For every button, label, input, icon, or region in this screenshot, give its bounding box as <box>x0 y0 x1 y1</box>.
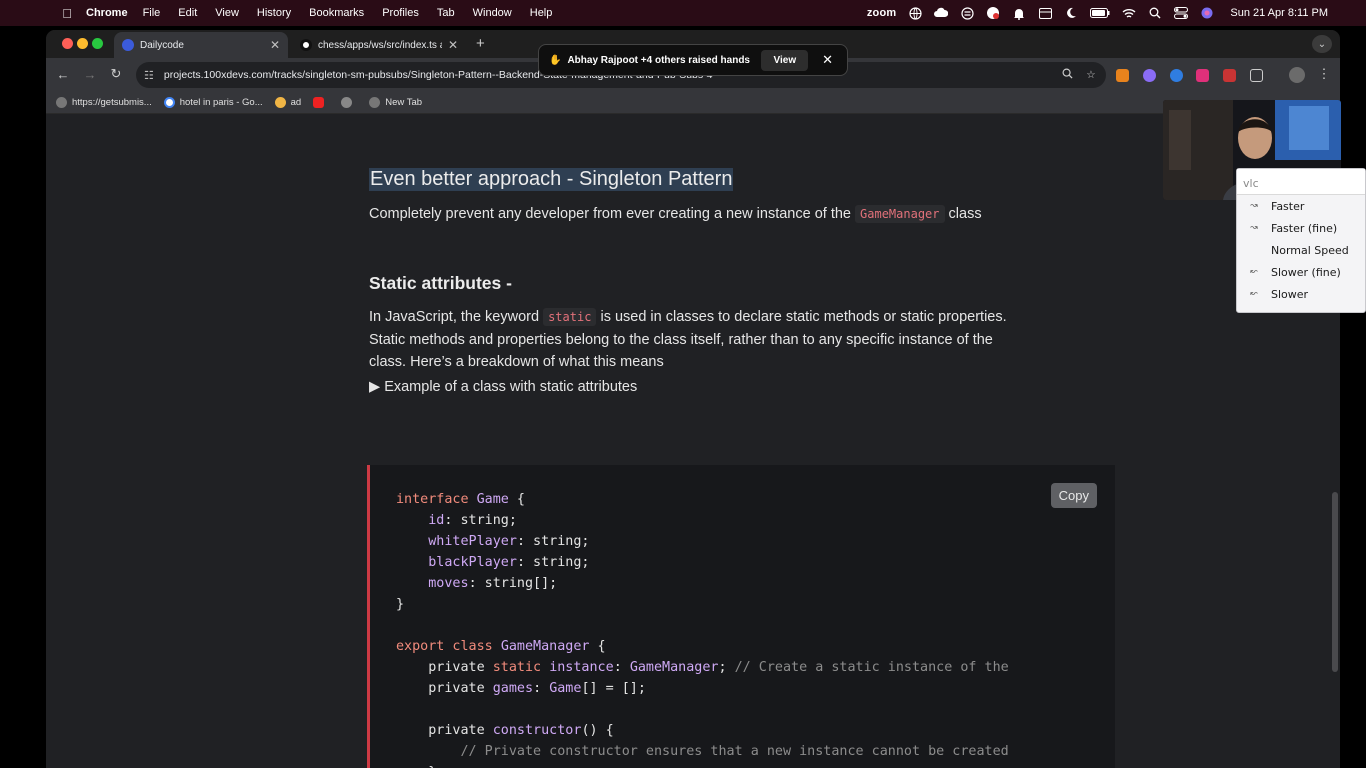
bookmark-hotel-in-paris[interactable]: hotel in paris - Go... <box>163 97 263 108</box>
pink-extension-icon[interactable] <box>1196 69 1209 82</box>
hand-emoji-icon <box>274 97 286 108</box>
globe-icon <box>56 97 67 108</box>
code-text: interface Game { id: string; whitePlayer… <box>396 492 1009 768</box>
kebab-menu-icon[interactable]: ⋮ <box>1315 65 1333 83</box>
bookmark-new-tab[interactable]: New Tab <box>369 97 422 108</box>
faster-fine-icon: ↝ <box>1250 223 1258 233</box>
menubar-status-area: zoom Sun 21 Apr 8:11 PM <box>867 0 1328 26</box>
control-circle-icon[interactable] <box>960 6 974 20</box>
wifi-icon[interactable] <box>1122 6 1136 20</box>
vlc-search-field[interactable]: vlc <box>1237 169 1365 195</box>
window-maximize-button[interactable] <box>92 38 103 49</box>
faster-icon: ↝ <box>1250 201 1258 211</box>
tab-close-icon[interactable]: ✕ <box>270 38 280 52</box>
bookmarks-bar: https://getsubmis... hotel in paris - Go… <box>46 92 1340 114</box>
moon-icon[interactable] <box>1064 6 1078 20</box>
inline-code-static: static <box>543 308 597 326</box>
slower-fine-icon: ↜ <box>1250 267 1258 277</box>
details-toggle[interactable]: ▶ Example of a class with static attribu… <box>369 379 637 395</box>
youtube-icon <box>313 97 325 108</box>
control-center-icon[interactable] <box>1174 6 1189 20</box>
menu-view[interactable]: View <box>215 7 239 19</box>
macos-menubar:  Chrome File Edit View History Bookmark… <box>0 0 1366 26</box>
menu-edit[interactable]: Edit <box>178 7 197 19</box>
tab-close-icon[interactable]: ✕ <box>448 38 458 52</box>
bookmark-star-icon[interactable]: ☆ <box>1082 69 1100 81</box>
purple-extension-icon[interactable] <box>1143 69 1156 82</box>
vlc-speed-menu: vlc ↝ Faster ↝ Faster (fine) Normal Speed … <box>1236 168 1366 313</box>
window-close-button[interactable] <box>62 38 73 49</box>
disclosure-triangle-icon: ▶ <box>369 379 381 395</box>
tab-dailycode[interactable]: Dailycode ✕ <box>114 32 288 58</box>
siri-icon[interactable] <box>1200 6 1214 20</box>
inline-code-gamemanager: GameManager <box>855 205 945 223</box>
vlc-item-faster-fine[interactable]: ↝ Faster (fine) <box>1237 217 1365 239</box>
dailycode-favicon-icon <box>122 39 134 51</box>
gear-icon <box>341 97 353 108</box>
bookmark-ad[interactable]: ad <box>274 97 301 108</box>
globe-icon <box>369 97 381 108</box>
menu-file[interactable]: File <box>143 7 161 19</box>
back-arrow-icon[interactable]: ← <box>54 65 72 83</box>
intro-paragraph: Completely prevent any developer from ev… <box>369 205 982 223</box>
page-scrollbar-thumb[interactable] <box>1332 492 1338 672</box>
menu-tab[interactable]: Tab <box>437 7 455 19</box>
profile-avatar-icon[interactable] <box>1289 67 1305 83</box>
vlc-item-slower[interactable]: ↜ Slower <box>1237 283 1365 305</box>
github-favicon-icon <box>300 39 312 51</box>
cloud-sync-icon[interactable] <box>934 6 949 20</box>
spotlight-search-icon[interactable] <box>1148 6 1162 20</box>
zoom-magnifier-icon[interactable] <box>1058 68 1076 82</box>
menu-window[interactable]: Window <box>473 7 512 19</box>
page-heading: Even better approach - Singleton Pattern <box>369 168 734 191</box>
blue-extension-icon[interactable] <box>1170 69 1183 82</box>
red-extension-icon[interactable] <box>1223 69 1236 82</box>
bookmark-getsubmis[interactable]: https://getsubmis... <box>56 97 152 108</box>
bookmark-gear[interactable] <box>341 97 357 108</box>
view-button[interactable]: View <box>761 49 809 71</box>
new-tab-plus-icon[interactable]: + <box>476 35 485 52</box>
site-info-icon[interactable]: ☷ <box>144 69 154 82</box>
tab-title: Dailycode <box>140 39 184 51</box>
vlc-item-normal-speed[interactable]: Normal Speed <box>1237 239 1365 261</box>
menu-help[interactable]: Help <box>530 7 553 19</box>
tab-title: chess/apps/ws/src/index.ts a <box>318 39 442 51</box>
metamask-extension-icon[interactable] <box>1116 69 1129 82</box>
static-paragraph: In JavaScript, the keyword static is use… <box>369 308 1007 370</box>
notification-bell-icon[interactable] <box>1012 6 1026 20</box>
code-block: interface Game { id: string; whitePlayer… <box>367 465 1115 768</box>
google-icon <box>163 97 175 108</box>
tab-search-chevron-icon[interactable]: ⌄ <box>1312 35 1332 53</box>
reload-icon[interactable]: ↻ <box>107 65 125 83</box>
copy-code-button[interactable]: Copy <box>1050 483 1097 508</box>
menu-profiles[interactable]: Profiles <box>382 7 419 19</box>
raised-hand-icon: ✋ <box>549 54 562 66</box>
puzzle-extensions-icon[interactable] <box>1250 69 1263 82</box>
recording-icon[interactable] <box>986 6 1000 20</box>
vlc-item-slower-fine[interactable]: ↜ Slower (fine) <box>1237 261 1365 283</box>
menu-bookmarks[interactable]: Bookmarks <box>309 7 364 19</box>
battery-icon[interactable] <box>1090 6 1110 20</box>
browser-window: Dailycode ✕ chess/apps/ws/src/index.ts a… <box>46 30 1340 768</box>
page-content: Even better approach - Singleton Pattern… <box>46 114 1340 768</box>
menu-app-name[interactable]: Chrome <box>86 7 128 19</box>
zoom-raised-hands-toast: ✋ Abhay Rajpoot +4 others raised hands V… <box>538 44 848 76</box>
globe-icon[interactable] <box>908 6 922 20</box>
raised-hands-message: Abhay Rajpoot +4 others raised hands <box>567 54 750 66</box>
vlc-item-faster[interactable]: ↝ Faster <box>1237 195 1365 217</box>
section-heading-static: Static attributes - <box>369 273 512 293</box>
apple-icon[interactable]:  <box>60 6 74 21</box>
zoom-status-label[interactable]: zoom <box>867 7 897 19</box>
tab-chess-index[interactable]: chess/apps/ws/src/index.ts a ✕ <box>292 32 466 58</box>
menubar-clock[interactable]: Sun 21 Apr 8:11 PM <box>1230 7 1328 19</box>
menu-history[interactable]: History <box>257 7 291 19</box>
slower-icon: ↜ <box>1250 289 1258 299</box>
close-icon[interactable]: ✕ <box>822 52 833 68</box>
bookmark-youtube[interactable] <box>313 97 329 108</box>
window-grid-icon[interactable] <box>1038 6 1052 20</box>
forward-arrow-icon[interactable]: → <box>81 65 99 83</box>
window-minimize-button[interactable] <box>77 38 88 49</box>
